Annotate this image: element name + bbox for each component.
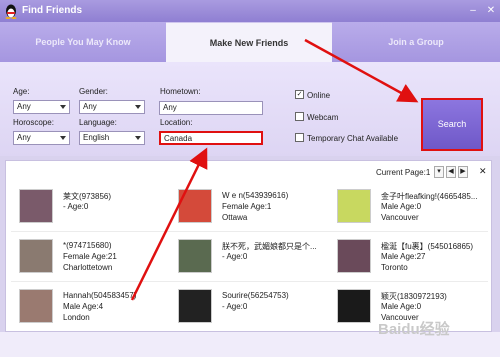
user-card[interactable]: 朕不死，武媚娘都只是个... - Age:0 xyxy=(170,233,328,283)
qq-penguin-icon xyxy=(5,4,17,19)
horoscope-select[interactable]: Any xyxy=(13,131,70,145)
gender-select[interactable]: Any xyxy=(79,100,145,114)
tab-join-a-group[interactable]: Join a Group xyxy=(332,22,500,62)
results-panel: Current Page:1 ▾ ◀ ▶ ✕ 莱文(973856) - Age:… xyxy=(5,160,492,332)
current-page-label: Current Page:1 xyxy=(376,168,430,177)
user-location: Vancouver xyxy=(381,213,419,222)
hometown-label: Hometown: xyxy=(160,87,201,96)
user-name: 颖灭(1830972193) xyxy=(381,292,447,301)
temp-chat-label: Temporary Chat Available xyxy=(307,134,399,143)
user-details: Male Age:0 xyxy=(381,202,422,211)
user-location: Ottawa xyxy=(222,213,248,222)
user-card[interactable]: Hannah(504583457) Male Age:4 London xyxy=(11,283,169,333)
close-button[interactable]: ✕ xyxy=(484,4,498,17)
current-page-number: 1 xyxy=(425,168,431,177)
user-card[interactable]: W e n(543939616) Female Age:1 Ottawa xyxy=(170,183,328,233)
user-name: Hannah(504583457) xyxy=(63,291,137,300)
user-details: Male Age:4 xyxy=(63,302,104,311)
age-select[interactable]: Any xyxy=(13,100,70,114)
results-header: Current Page:1 ▾ ◀ ▶ ✕ xyxy=(6,161,491,183)
avatar xyxy=(178,239,212,273)
tab-make-new-friends[interactable]: Make New Friends xyxy=(166,22,332,62)
user-details: Male Age:0 xyxy=(381,302,422,311)
location-input[interactable]: Canada xyxy=(159,131,263,145)
webcam-checkbox[interactable] xyxy=(295,112,304,121)
user-details: - Age:0 xyxy=(222,252,248,261)
user-card[interactable]: Sourire(56254753) - Age:0 xyxy=(170,283,328,333)
current-page-text: Current Page: xyxy=(376,168,426,177)
online-checkbox[interactable]: ✓ xyxy=(295,90,304,99)
language-value: English xyxy=(83,133,110,142)
watermark: Baidu经验 xyxy=(378,321,450,338)
horoscope-value: Any xyxy=(17,133,31,142)
chevron-down-icon xyxy=(60,136,66,140)
avatar xyxy=(337,189,371,223)
title-bar: Find Friends – ✕ xyxy=(0,0,500,22)
avatar xyxy=(178,289,212,323)
user-name: 金子叶fleafking!(4665485... xyxy=(381,192,478,201)
user-card[interactable]: *(974715680) Female Age:21 Charlottetown xyxy=(11,233,169,283)
avatar xyxy=(19,239,53,273)
user-name: 楹涎【fu裹】(545016865) xyxy=(381,242,474,251)
next-page-icon[interactable]: ▶ xyxy=(458,166,468,178)
user-location: Charlottetown xyxy=(63,263,113,272)
avatar xyxy=(19,289,53,323)
avatar xyxy=(178,189,212,223)
language-select[interactable]: English xyxy=(79,131,145,145)
user-details: - Age:0 xyxy=(63,202,89,211)
chevron-down-icon xyxy=(60,105,66,109)
gender-label: Gender: xyxy=(79,87,108,96)
user-name: Sourire(56254753) xyxy=(222,291,289,300)
gender-value: Any xyxy=(83,102,97,111)
user-location: London xyxy=(63,313,90,322)
chevron-down-icon xyxy=(135,105,141,109)
online-label: Online xyxy=(307,91,331,100)
chevron-down-icon xyxy=(135,136,141,140)
temp-chat-checkbox[interactable] xyxy=(295,133,304,142)
user-card[interactable]: 金子叶fleafking!(4665485... Male Age:0 Vanc… xyxy=(329,183,487,233)
avatar xyxy=(19,189,53,223)
user-card[interactable]: 楹涎【fu裹】(545016865) Male Age:27 Toronto xyxy=(329,233,487,283)
user-details: Female Age:21 xyxy=(63,252,117,261)
user-details: Female Age:1 xyxy=(222,202,272,211)
horoscope-label: Horoscope: xyxy=(13,118,54,127)
window-title: Find Friends xyxy=(22,5,82,16)
user-name: W e n(543939616) xyxy=(222,191,289,200)
user-name: 朕不死，武媚娘都只是个... xyxy=(222,242,317,251)
tab-people-you-may-know[interactable]: People You May Know xyxy=(0,22,166,62)
tab-bar: People You May Know Make New Friends Joi… xyxy=(0,22,500,62)
user-card[interactable]: 莱文(973856) - Age:0 xyxy=(11,183,169,233)
page-dropdown-icon[interactable]: ▾ xyxy=(434,166,444,178)
user-details: - Age:0 xyxy=(222,302,248,311)
user-name: *(974715680) xyxy=(63,241,112,250)
avatar xyxy=(337,239,371,273)
user-name: 莱文(973856) xyxy=(63,192,112,201)
language-label: Language: xyxy=(79,118,117,127)
user-location: Toronto xyxy=(381,263,408,272)
webcam-label: Webcam xyxy=(307,113,339,122)
close-results-icon[interactable]: ✕ xyxy=(479,166,487,177)
prev-page-icon[interactable]: ◀ xyxy=(446,166,456,178)
avatar xyxy=(337,289,371,323)
minimize-button[interactable]: – xyxy=(466,4,480,17)
age-label: Age: xyxy=(13,87,30,96)
user-details: Male Age:27 xyxy=(381,252,426,261)
search-button[interactable]: Search xyxy=(421,98,483,151)
age-value: Any xyxy=(17,102,31,111)
hometown-input[interactable]: Any xyxy=(159,101,263,115)
location-label: Location: xyxy=(160,118,193,127)
